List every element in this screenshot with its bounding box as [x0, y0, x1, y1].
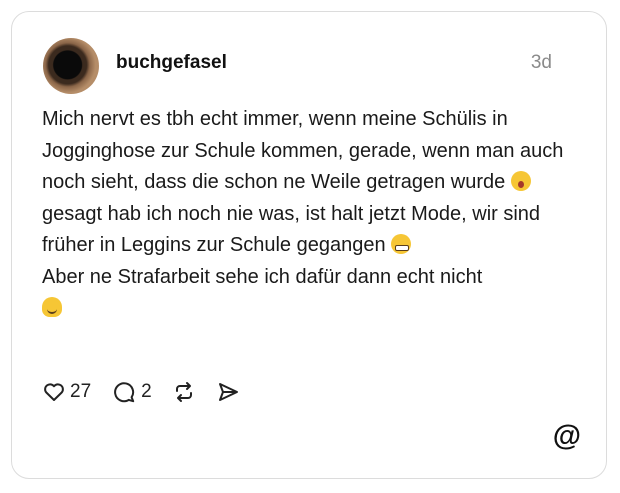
post-text-part-1: Mich nervt es tbh echt immer, wenn meine… — [42, 108, 564, 193]
username[interactable]: buchgefasel — [116, 52, 227, 74]
post-text: Mich nervt es tbh echt immer, wenn meine… — [42, 104, 572, 325]
like-count: 27 — [70, 381, 92, 402]
grimacing-face-icon — [391, 234, 412, 254]
like-button[interactable]: 27 — [42, 380, 91, 404]
timestamp: 3d — [530, 52, 552, 73]
send-icon — [218, 383, 238, 401]
action-bar: 27 2 — [42, 377, 260, 407]
repost-icon — [175, 382, 192, 402]
share-button[interactable] — [216, 380, 240, 404]
threads-logo-icon: @ — [552, 420, 581, 452]
post-text-part-2: gesagt hab ich noch nie was, ist halt je… — [42, 202, 541, 257]
comment-icon — [114, 382, 135, 403]
melting-face-icon — [42, 297, 62, 317]
yawning-face-icon — [510, 171, 531, 191]
repost-button[interactable] — [172, 380, 196, 404]
heart-icon — [44, 383, 64, 401]
post-card: buchgefasel 3d Mich nervt es tbh echt im… — [11, 11, 607, 479]
avatar[interactable] — [43, 38, 99, 94]
post-text-part-3: Aber ne Strafarbeit sehe ich dafür dann … — [42, 265, 483, 288]
reply-count: 2 — [141, 381, 152, 402]
reply-button[interactable]: 2 — [111, 379, 152, 405]
